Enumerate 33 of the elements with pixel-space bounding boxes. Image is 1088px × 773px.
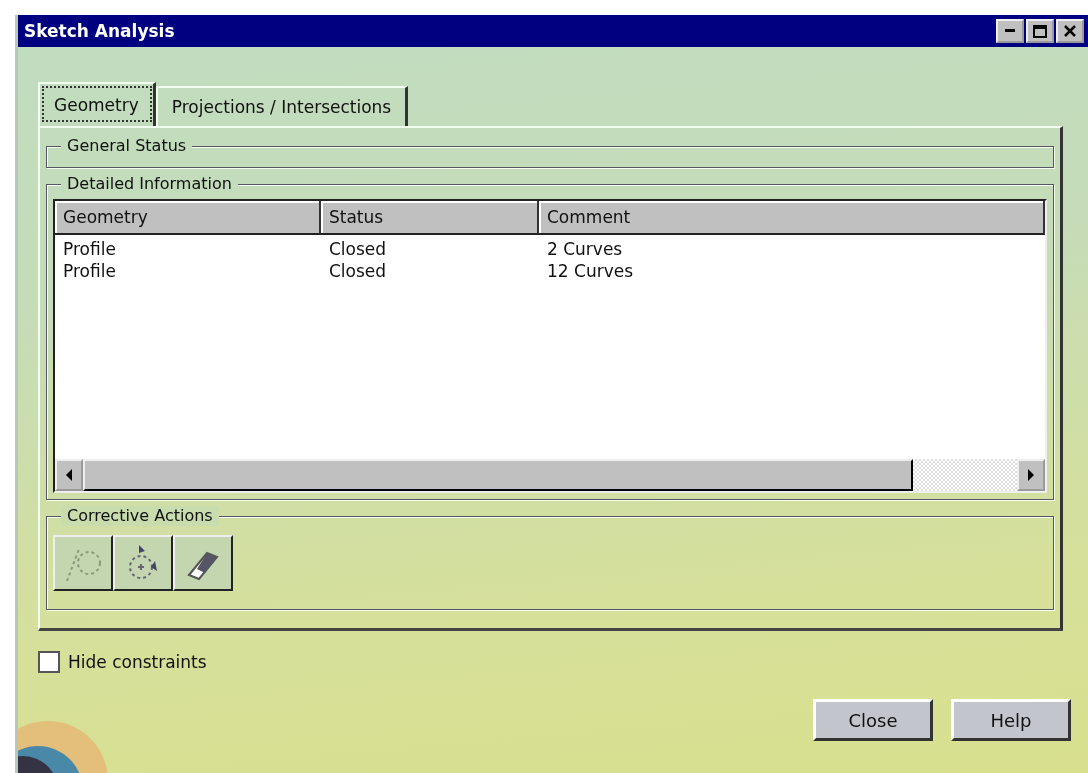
table-cell-text: Profile [62,238,117,260]
table-cell-text: Profile [62,260,117,282]
scroll-left-button[interactable] [55,459,83,491]
minimize-button[interactable] [996,19,1024,43]
table-cell-text: Closed [328,238,388,260]
column-header[interactable]: Geometry [55,201,321,235]
scrollbar-thumb[interactable] [83,459,913,491]
maximize-icon [1033,24,1047,38]
column-header[interactable]: Status [321,201,539,235]
dialog-button[interactable]: Help [951,699,1071,741]
minimize-icon [1005,29,1015,33]
horizontal-scrollbar[interactable] [55,459,1045,491]
dialog-button[interactable]: Close [813,699,933,741]
left-arrow-icon [66,469,72,481]
table-cell-text: 2 Curves [546,238,624,260]
group-title: Corrective Actions [61,506,219,526]
checkbox-label: Hide constraints [68,652,207,672]
column-header[interactable]: Comment [539,201,1045,235]
window-title: Sketch Analysis [24,21,175,41]
checkbox[interactable]: Hide constraints [38,651,1063,673]
table-cell-text: 12 Curves [546,260,635,282]
checkbox-box[interactable] [38,651,60,673]
tool-button[interactable] [53,535,113,591]
close-icon [1064,25,1076,37]
tool-button[interactable] [113,535,173,591]
tool-button[interactable] [173,535,233,591]
tab[interactable]: Geometry [38,82,156,126]
tab[interactable]: Projections / Intersections [155,86,409,126]
close-button[interactable] [1056,19,1084,43]
scroll-right-button[interactable] [1017,459,1045,491]
right-arrow-icon [1028,469,1034,481]
table-cell-text: Closed [328,260,388,282]
maximize-button[interactable] [1026,19,1054,43]
